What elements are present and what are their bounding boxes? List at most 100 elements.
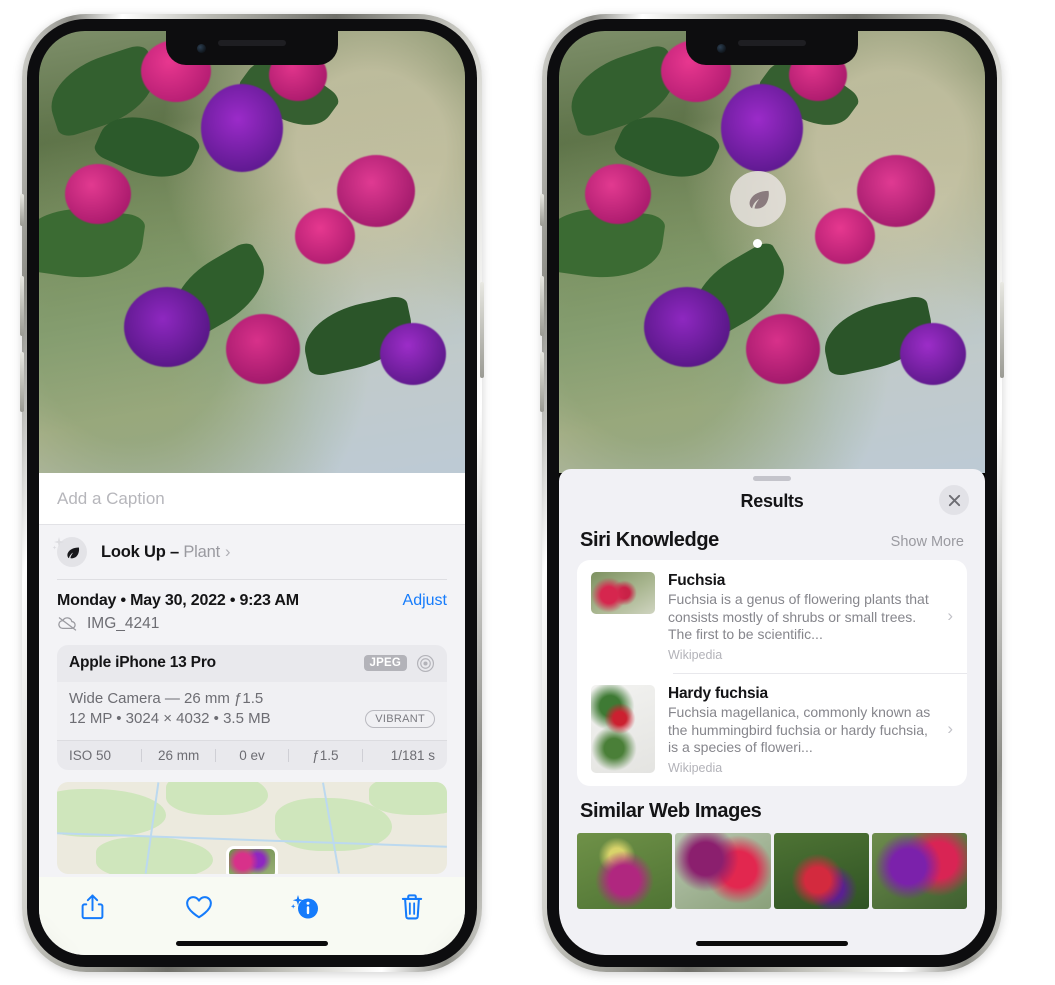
knowledge-text: Fuchsia Fuchsia is a genus of flowering … <box>668 572 955 662</box>
chevron-right-icon: › <box>224 542 231 561</box>
knowledge-item[interactable]: Hardy fuchsia Fuchsia magellanica, commo… <box>577 673 967 786</box>
iphone-right: Results Siri Knowledge Show More Fuchsia… <box>540 14 1004 972</box>
show-more-button[interactable]: Show More <box>891 534 964 550</box>
knowledge-source: Wikipedia <box>668 760 723 775</box>
fuchsia-flower <box>337 154 416 227</box>
knowledge-source: Wikipedia <box>668 647 723 662</box>
results-title: Results <box>740 490 804 511</box>
home-indicator[interactable] <box>176 941 328 946</box>
fuchsia-flower <box>899 322 966 385</box>
fuchsia-flower <box>746 313 821 384</box>
exif-stats: ISO 50 26 mm 0 ev ƒ1.5 1/181 s <box>57 739 447 770</box>
similar-web-images-strip[interactable] <box>559 832 985 909</box>
file-row: IMG_4241 <box>39 610 465 633</box>
close-button[interactable] <box>939 485 969 515</box>
location-map[interactable] <box>57 781 447 874</box>
web-image-thumbnail[interactable] <box>675 832 771 909</box>
mute-switch[interactable] <box>20 194 24 226</box>
results-sheet: Results Siri Knowledge Show More Fuchsia… <box>559 469 985 955</box>
exif-body: Wide Camera — 26 mm ƒ1.5 12 MP • 3024 × … <box>57 681 447 740</box>
fuchsia-flower <box>857 154 936 227</box>
volume-down-button[interactable] <box>20 352 24 412</box>
share-button[interactable] <box>39 887 146 927</box>
sparkle-icon <box>52 537 64 550</box>
exif-header: Apple iPhone 13 Pro JPEG <box>57 645 447 682</box>
map-area <box>369 781 447 815</box>
look-up-badge[interactable] <box>730 171 786 227</box>
volume-up-button[interactable] <box>540 276 544 336</box>
mute-switch[interactable] <box>540 194 544 226</box>
date-row: Monday • May 30, 2022 • 9:23 AM Adjust <box>39 580 465 610</box>
close-icon <box>948 494 960 506</box>
fuchsia-flower <box>124 287 211 368</box>
knowledge-item[interactable]: Fuchsia Fuchsia is a genus of flowering … <box>577 560 967 673</box>
fuchsia-flower <box>226 313 301 384</box>
photo-viewer-left[interactable] <box>39 31 465 473</box>
web-image-thumbnail[interactable] <box>773 832 869 909</box>
leaf-icon <box>749 190 769 209</box>
chevron-right-icon: › <box>947 719 953 739</box>
fuchsia-flower <box>294 207 355 264</box>
knowledge-thumbnail <box>591 685 655 773</box>
siri-knowledge-title: Siri Knowledge <box>580 529 719 551</box>
home-indicator[interactable] <box>696 941 848 946</box>
photo-date: Monday • May 30, 2022 • 9:23 AM <box>57 591 299 609</box>
cloud-slash-icon <box>58 617 77 631</box>
phone-screen-left: Add a Caption Look Up – Plant › Monday •… <box>39 31 465 955</box>
fuchsia-flower <box>200 84 283 173</box>
photo-info-sheet: Add a Caption Look Up – Plant › Monday •… <box>39 473 465 955</box>
stat-aperture: ƒ1.5 <box>312 747 339 763</box>
aperture-icon <box>416 654 435 672</box>
map-pin-thumbnail <box>229 848 275 874</box>
notch <box>166 31 338 65</box>
fuchsia-flower <box>584 163 651 224</box>
trash-icon <box>401 894 422 920</box>
map-area <box>166 781 268 815</box>
notch <box>686 31 858 65</box>
lens-info: Wide Camera — 26 mm ƒ1.5 <box>69 689 264 707</box>
similar-web-images-header: Similar Web Images <box>559 786 985 829</box>
look-up-anchor-dot <box>753 239 762 248</box>
caption-field[interactable]: Add a Caption <box>39 473 465 525</box>
web-image-thumbnail[interactable] <box>577 832 673 909</box>
format-badge: JPEG <box>363 655 407 671</box>
similar-web-images-title: Similar Web Images <box>580 799 762 822</box>
phone-screen-right: Results Siri Knowledge Show More Fuchsia… <box>559 31 985 955</box>
knowledge-thumbnail <box>591 572 655 614</box>
caption-placeholder: Add a Caption <box>57 488 165 508</box>
stat-shutter: 1/181 s <box>390 747 436 763</box>
file-name: IMG_4241 <box>87 614 160 632</box>
adjust-button[interactable]: Adjust <box>403 592 447 610</box>
size-info-row: 12 MP • 3024 × 4032 • 3.5 MB VIBRANT <box>69 709 435 728</box>
power-button[interactable] <box>480 282 484 378</box>
volume-down-button[interactable] <box>540 352 544 412</box>
fuchsia-flower <box>379 322 446 385</box>
iphone-left: Add a Caption Look Up – Plant › Monday •… <box>20 14 484 972</box>
siri-knowledge-card: Fuchsia Fuchsia is a genus of flowering … <box>577 560 967 786</box>
map-photo-pin[interactable] <box>226 845 278 874</box>
camera-device: Apple iPhone 13 Pro <box>69 654 216 671</box>
siri-knowledge-header: Siri Knowledge Show More <box>559 521 985 560</box>
web-image-thumbnail[interactable] <box>871 832 967 909</box>
map-area <box>96 836 213 874</box>
favorite-button[interactable] <box>146 887 253 927</box>
knowledge-title: Hardy fuchsia <box>668 685 768 702</box>
info-sparkle-icon <box>291 895 319 919</box>
quality-badge: VIBRANT <box>365 709 435 728</box>
photo-viewer-right[interactable] <box>559 31 985 473</box>
knowledge-title: Fuchsia <box>668 572 726 589</box>
stat-iso: ISO 50 <box>69 747 112 763</box>
info-button[interactable] <box>252 887 359 927</box>
fuchsia-flower <box>720 84 803 173</box>
exif-card[interactable]: Apple iPhone 13 Pro JPEG Wide Camera — 2… <box>57 644 447 770</box>
share-icon <box>81 894 104 920</box>
size-info: 12 MP • 3024 × 4032 • 3.5 MB <box>69 710 271 727</box>
knowledge-text: Hardy fuchsia Fuchsia magellanica, commo… <box>668 685 955 775</box>
stat-ev: 0 ev <box>239 747 265 763</box>
power-button[interactable] <box>1000 282 1004 378</box>
volume-up-button[interactable] <box>20 276 24 336</box>
delete-button[interactable] <box>359 887 466 927</box>
exif-badges: JPEG <box>363 654 435 673</box>
screenshot-stage: Add a Caption Look Up – Plant › Monday •… <box>0 0 1055 985</box>
look-up-row[interactable]: Look Up – Plant › <box>39 525 465 579</box>
